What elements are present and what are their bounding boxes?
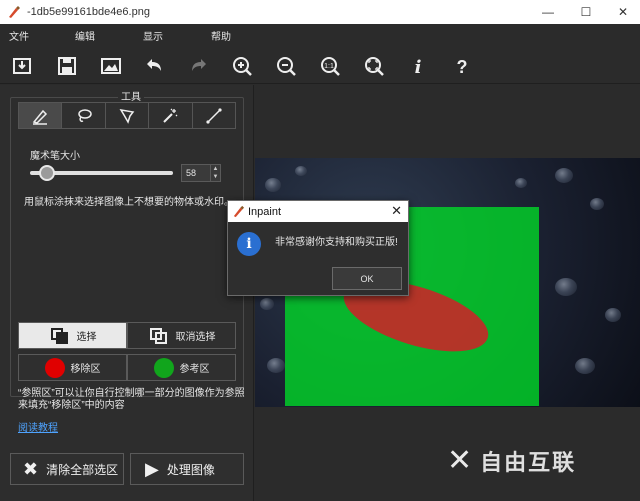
undo-icon[interactable] xyxy=(142,54,166,78)
clear-all-label: 清除全部选区 xyxy=(46,462,119,477)
reference-area-label: 参考区 xyxy=(179,364,210,375)
reference-area-button[interactable]: 参考区 xyxy=(127,354,236,381)
deselect-button[interactable]: 取消选择 xyxy=(127,322,236,349)
play-icon: ▶ xyxy=(145,458,159,479)
select-label: 选择 xyxy=(76,332,97,343)
magic-wand-icon xyxy=(163,108,178,123)
process-image-label: 处理图像 xyxy=(166,462,215,477)
remove-area-dot xyxy=(44,357,65,378)
spin-arrows[interactable]: ▲ ▼ xyxy=(210,165,220,181)
deselect-label: 取消选择 xyxy=(175,332,216,343)
dialog-message: 非常感谢你支持和购买正版! xyxy=(275,237,398,248)
menu-help[interactable]: 帮助 xyxy=(211,28,231,43)
redo-icon[interactable] xyxy=(187,54,211,78)
zoom-actual-icon[interactable]: 1:1 xyxy=(318,54,342,78)
save-icon[interactable] xyxy=(55,54,79,78)
selection-buttons: 选择 取消选择 xyxy=(18,322,236,349)
polygon-lasso-icon xyxy=(119,108,135,124)
menu-bar: 文件 编辑 显示 帮助 xyxy=(0,24,640,46)
tools-group-title: 工具 xyxy=(118,88,144,103)
app-icon xyxy=(9,6,20,18)
brush-size-label: 魔术笔大小 xyxy=(30,151,80,162)
svg-text:?: ? xyxy=(457,57,468,77)
lasso-icon xyxy=(77,108,92,122)
reference-description: “参照区”可以让你自行控制哪一部分的图像作为参照来填充“移除区”中的内容 xyxy=(18,388,245,411)
menu-view[interactable]: 显示 xyxy=(143,28,163,43)
watermark: ✕ 自由互联 xyxy=(447,443,576,478)
thank-you-dialog: Inpaint ✕ i 非常感谢你支持和购买正版! OK xyxy=(227,200,409,296)
open-image-icon[interactable] xyxy=(99,54,123,78)
zoom-fit-icon[interactable] xyxy=(362,54,386,78)
reference-area-dot xyxy=(153,357,174,378)
title-bar: -1db5e99161bde4e6.png — ☐ ✕ xyxy=(0,0,640,24)
marker-icon xyxy=(32,109,48,125)
clear-all-button[interactable]: ✖ 清除全部选区 xyxy=(10,453,124,485)
zoom-in-icon[interactable] xyxy=(230,54,254,78)
save-to-disk-icon[interactable] xyxy=(10,54,34,78)
svg-text:1:1: 1:1 xyxy=(324,63,334,70)
remove-area-button[interactable]: 移除区 xyxy=(18,354,127,381)
magic-wand-tool-button[interactable] xyxy=(149,103,193,128)
window-title: -1db5e99161bde4e6.png xyxy=(27,6,150,18)
marker-buttons: 移除区 参考区 xyxy=(18,354,236,381)
select-button[interactable]: 选择 xyxy=(18,322,127,349)
process-image-button[interactable]: ▶ 处理图像 xyxy=(130,453,244,485)
marker-tool-button[interactable] xyxy=(19,103,63,128)
tool-panel: 工具 魔术笔大小 58 ▲ ▼ 用鼠标涂抹来选择图像上不想要的物体或水印。 选择… xyxy=(0,85,254,501)
app-icon xyxy=(233,205,245,218)
help-icon[interactable]: ? xyxy=(450,54,474,78)
dialog-title-bar: Inpaint ✕ xyxy=(228,201,408,222)
watermark-text: 自由互联 xyxy=(480,449,577,475)
usage-hint: 用鼠标涂抹来选择图像上不想要的物体或水印。 xyxy=(24,197,234,208)
remove-area-label: 移除区 xyxy=(70,364,101,375)
dialog-title: Inpaint xyxy=(248,205,282,218)
menu-edit[interactable]: 编辑 xyxy=(75,28,95,43)
tools-group xyxy=(10,97,244,397)
menu-file[interactable]: 文件 xyxy=(9,28,29,43)
lasso-tool-button[interactable] xyxy=(62,103,106,128)
select-icon xyxy=(49,327,71,345)
clear-icon: ✖ xyxy=(23,458,39,479)
line-icon xyxy=(206,107,222,124)
tutorial-link[interactable]: 阅读教程 xyxy=(18,419,58,434)
info-icon[interactable]: i xyxy=(406,54,430,78)
svg-text:i: i xyxy=(415,57,422,77)
close-button[interactable]: ✕ xyxy=(600,0,640,24)
brush-size-value: 58 xyxy=(186,168,197,178)
tool-selector xyxy=(18,102,236,129)
polygon-lasso-tool-button[interactable] xyxy=(105,103,150,128)
zoom-out-icon[interactable] xyxy=(274,54,298,78)
dialog-ok-button[interactable]: OK xyxy=(332,267,402,290)
info-icon: i xyxy=(237,232,261,256)
line-tool-button[interactable] xyxy=(192,103,236,128)
watermark-logo-icon: ✕ xyxy=(447,444,475,477)
toolbar: 1:1 i ? xyxy=(0,46,640,84)
deselect-icon xyxy=(148,327,170,345)
dialog-close-button[interactable]: ✕ xyxy=(391,203,402,219)
brush-size-spinbox[interactable]: 58 ▲ ▼ xyxy=(181,164,221,182)
